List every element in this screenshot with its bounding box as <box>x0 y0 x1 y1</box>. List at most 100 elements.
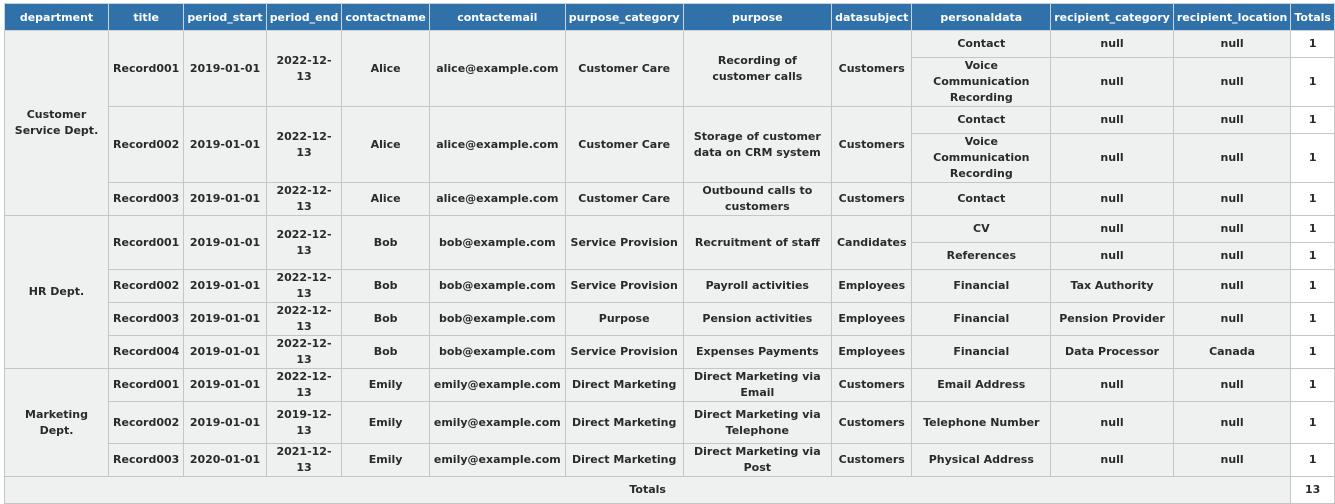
personaldata-cell[interactable]: References <box>911 242 1052 270</box>
recipient-category-cell[interactable]: null <box>1050 57 1174 107</box>
purpose-category-cell[interactable]: Customer Care <box>564 30 684 107</box>
recipient-location-cell[interactable]: null <box>1172 133 1292 183</box>
datasubject-cell[interactable]: Employees <box>831 302 913 336</box>
contactemail-cell[interactable]: bob@example.com <box>428 335 566 369</box>
department-cell[interactable]: HR Dept. <box>3 215 110 369</box>
recipient-category-cell[interactable]: Data Processor <box>1050 335 1174 369</box>
recipient-location-cell[interactable]: null <box>1172 182 1292 216</box>
datasubject-cell[interactable]: Customers <box>831 106 913 183</box>
period-end-cell[interactable]: 2022-12-13 <box>265 106 343 183</box>
datasubject-cell[interactable]: Customers <box>831 30 913 107</box>
period-start-cell[interactable]: 2019-01-01 <box>183 30 267 107</box>
purpose-cell[interactable]: Payroll activities <box>682 269 833 303</box>
contactemail-cell[interactable]: bob@example.com <box>428 302 566 336</box>
personaldata-cell[interactable]: Contact <box>911 106 1052 134</box>
period-end-cell[interactable]: 2022-12-13 <box>265 215 343 270</box>
recipient-category-cell[interactable]: null <box>1050 30 1174 58</box>
datasubject-cell[interactable]: Customers <box>831 368 913 402</box>
contactname-cell[interactable]: Emily <box>341 443 430 477</box>
purpose-category-cell[interactable]: Direct Marketing <box>564 443 684 477</box>
col-header-title[interactable]: title <box>108 3 185 31</box>
personaldata-cell[interactable]: Contact <box>911 182 1052 216</box>
period-start-cell[interactable]: 2019-01-01 <box>183 401 267 444</box>
recipient-location-cell[interactable]: null <box>1172 242 1292 270</box>
contactemail-cell[interactable]: alice@example.com <box>428 182 566 216</box>
title-cell[interactable]: Record004 <box>108 335 185 369</box>
col-header-totals[interactable]: Totals <box>1290 3 1335 31</box>
recipient-location-cell[interactable]: Canada <box>1172 335 1292 369</box>
col-header-datasubject[interactable]: datasubject <box>831 3 913 31</box>
datasubject-cell[interactable]: Employees <box>831 269 913 303</box>
title-cell[interactable]: Record002 <box>108 106 185 183</box>
purpose-category-cell[interactable]: Service Provision <box>564 215 684 270</box>
contactemail-cell[interactable]: bob@example.com <box>428 215 566 270</box>
recipient-category-cell[interactable]: null <box>1050 182 1174 216</box>
purpose-cell[interactable]: Outbound calls to customers <box>682 182 833 216</box>
personaldata-cell[interactable]: Voice Communication Recording <box>911 133 1052 183</box>
period-start-cell[interactable]: 2019-01-01 <box>183 215 267 270</box>
personaldata-cell[interactable]: CV <box>911 215 1052 243</box>
purpose-cell[interactable]: Recruitment of staff <box>682 215 833 270</box>
recipient-category-cell[interactable]: null <box>1050 443 1174 477</box>
contactname-cell[interactable]: Bob <box>341 215 430 270</box>
contactemail-cell[interactable]: alice@example.com <box>428 106 566 183</box>
contactname-cell[interactable]: Alice <box>341 106 430 183</box>
title-cell[interactable]: Record002 <box>108 269 185 303</box>
purpose-cell[interactable]: Direct Marketing via Post <box>682 443 833 477</box>
recipient-category-cell[interactable]: null <box>1050 133 1174 183</box>
personaldata-cell[interactable]: Physical Address <box>911 443 1052 477</box>
period-end-cell[interactable]: 2019-12-13 <box>265 401 343 444</box>
datasubject-cell[interactable]: Customers <box>831 443 913 477</box>
recipient-category-cell[interactable]: Pension Provider <box>1050 302 1174 336</box>
period-start-cell[interactable]: 2019-01-01 <box>183 302 267 336</box>
col-header-recipient-category[interactable]: recipient_category <box>1050 3 1174 31</box>
personaldata-cell[interactable]: Financial <box>911 269 1052 303</box>
purpose-category-cell[interactable]: Direct Marketing <box>564 368 684 402</box>
purpose-cell[interactable]: Recording of customer calls <box>682 30 833 107</box>
recipient-location-cell[interactable]: null <box>1172 30 1292 58</box>
datasubject-cell[interactable]: Customers <box>831 182 913 216</box>
title-cell[interactable]: Record001 <box>108 215 185 270</box>
recipient-location-cell[interactable]: null <box>1172 215 1292 243</box>
contactname-cell[interactable]: Emily <box>341 368 430 402</box>
personaldata-cell[interactable]: Contact <box>911 30 1052 58</box>
recipient-category-cell[interactable]: null <box>1050 106 1174 134</box>
title-cell[interactable]: Record003 <box>108 182 185 216</box>
recipient-location-cell[interactable]: null <box>1172 106 1292 134</box>
personaldata-cell[interactable]: Email Address <box>911 368 1052 402</box>
recipient-location-cell[interactable]: null <box>1172 302 1292 336</box>
recipient-location-cell[interactable]: null <box>1172 401 1292 444</box>
purpose-category-cell[interactable]: Customer Care <box>564 182 684 216</box>
contactname-cell[interactable]: Bob <box>341 335 430 369</box>
period-end-cell[interactable]: 2022-12-13 <box>265 302 343 336</box>
period-start-cell[interactable]: 2019-01-01 <box>183 335 267 369</box>
recipient-location-cell[interactable]: null <box>1172 368 1292 402</box>
period-start-cell[interactable]: 2019-01-01 <box>183 106 267 183</box>
department-cell[interactable]: Marketing Dept. <box>3 368 110 477</box>
recipient-location-cell[interactable]: null <box>1172 443 1292 477</box>
purpose-category-cell[interactable]: Customer Care <box>564 106 684 183</box>
col-header-purpose[interactable]: purpose <box>682 3 833 31</box>
recipient-category-cell[interactable]: null <box>1050 215 1174 243</box>
contactemail-cell[interactable]: emily@example.com <box>428 401 566 444</box>
period-end-cell[interactable]: 2022-12-13 <box>265 368 343 402</box>
period-end-cell[interactable]: 2022-12-13 <box>265 335 343 369</box>
col-header-department[interactable]: department <box>3 3 110 31</box>
purpose-category-cell[interactable]: Service Provision <box>564 269 684 303</box>
personaldata-cell[interactable]: Financial <box>911 302 1052 336</box>
recipient-category-cell[interactable]: null <box>1050 368 1174 402</box>
contactname-cell[interactable]: Alice <box>341 30 430 107</box>
period-start-cell[interactable]: 2019-01-01 <box>183 269 267 303</box>
contactemail-cell[interactable]: alice@example.com <box>428 30 566 107</box>
col-header-purpose-category[interactable]: purpose_category <box>564 3 684 31</box>
period-end-cell[interactable]: 2021-12-13 <box>265 443 343 477</box>
recipient-location-cell[interactable]: null <box>1172 269 1292 303</box>
recipient-category-cell[interactable]: Tax Authority <box>1050 269 1174 303</box>
department-cell[interactable]: Customer Service Dept. <box>3 30 110 216</box>
title-cell[interactable]: Record002 <box>108 401 185 444</box>
contactname-cell[interactable]: Alice <box>341 182 430 216</box>
contactname-cell[interactable]: Emily <box>341 401 430 444</box>
datasubject-cell[interactable]: Employees <box>831 335 913 369</box>
title-cell[interactable]: Record003 <box>108 302 185 336</box>
period-start-cell[interactable]: 2020-01-01 <box>183 443 267 477</box>
